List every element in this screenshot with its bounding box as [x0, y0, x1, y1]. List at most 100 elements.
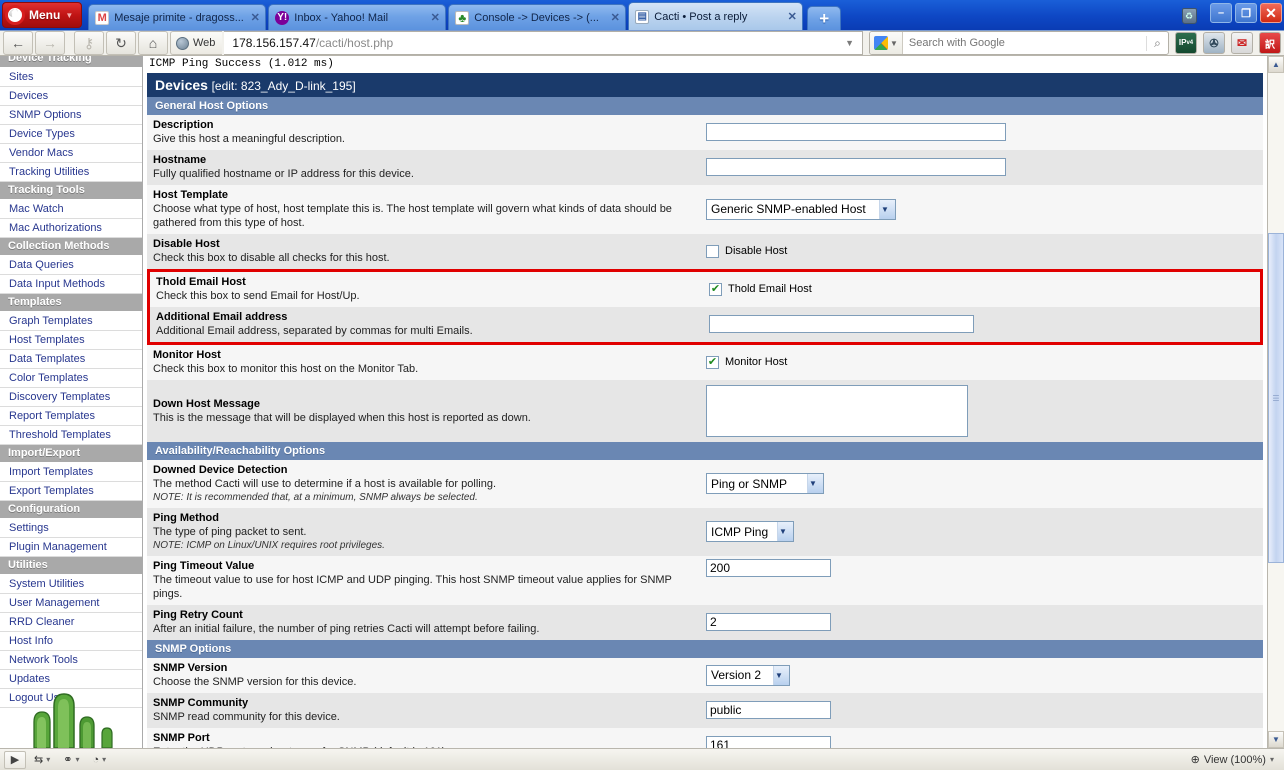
field-row-description: Description Give this host a meaningful … [147, 115, 1263, 150]
tab-close-icon[interactable]: ✕ [429, 11, 441, 24]
search-icon[interactable]: ⌕ [1146, 35, 1168, 51]
sidebar-item-settings[interactable]: Settings [0, 519, 142, 538]
snmp-community-input[interactable] [706, 701, 831, 719]
monitor-host-checkbox[interactable] [706, 355, 719, 369]
ipv4-icon[interactable]: IP v4 [1175, 32, 1197, 54]
field-description: Check this box to send Email for Host/Up… [156, 290, 360, 302]
restore-button[interactable]: ❐ [1235, 3, 1257, 23]
close-window-button[interactable]: ✕ [1260, 3, 1282, 23]
reload-button[interactable]: ↻ [106, 31, 136, 55]
yahoo-icon: Y! [275, 10, 290, 25]
new-tab-button[interactable]: + [807, 6, 842, 30]
recycle-bin-icon[interactable]: ♻ [1179, 2, 1199, 24]
search-input[interactable] [902, 36, 1146, 50]
sidebar-item-color-templates[interactable]: Color Templates [0, 369, 142, 388]
ping-timeout-value-input[interactable] [706, 559, 831, 577]
description-input[interactable] [706, 123, 1006, 141]
chevron-down-icon[interactable]: ▾ [1270, 755, 1274, 764]
field-row-snmp-version: SNMP Version Choose the SNMP version for… [147, 658, 1263, 693]
tab-close-icon[interactable]: ✕ [786, 10, 798, 23]
field-label: Description [153, 119, 214, 131]
sidebar-group-header-import-export: Import/Export [0, 445, 142, 463]
disable-host-checkbox[interactable] [706, 244, 719, 258]
sidebar-item-import-templates[interactable]: Import Templates [0, 463, 142, 482]
sidebar-item-system-utilities[interactable]: System Utilities [0, 575, 142, 594]
scrollbar-track[interactable]: ☰ [1268, 73, 1284, 731]
sidebar-item-snmp-options[interactable]: SNMP Options [0, 106, 142, 125]
sidebar-item-device-types[interactable]: Device Types [0, 125, 142, 144]
transfers-status-button[interactable]: ⇆ ▾ [29, 751, 55, 769]
scroll-down-icon[interactable]: ▼ [1268, 731, 1284, 748]
sidebar-item-network-tools[interactable]: Network Tools [0, 651, 142, 670]
sidebar-item-mac-watch[interactable]: Mac Watch [0, 200, 142, 219]
panel-toggle-button[interactable]: ▶ [4, 750, 26, 769]
sidebar-item-export-templates[interactable]: Export Templates [0, 482, 142, 501]
browser-tab-2[interactable]: Y! Inbox - Yahoo! Mail ✕ [268, 4, 447, 30]
google-engine-selector[interactable]: ▼ [870, 32, 903, 54]
opera-menu-button[interactable]: Menu ▼ [2, 2, 83, 28]
sidebar-item-data-input-methods[interactable]: Data Input Methods [0, 275, 142, 294]
tab-close-icon[interactable]: ✕ [609, 11, 621, 24]
field-description: SNMP read community for this device. [153, 711, 340, 723]
sidebar-item-data-queries[interactable]: Data Queries [0, 256, 142, 275]
sidebar-item-sites[interactable]: Sites [0, 68, 142, 87]
snmp-port-input[interactable] [706, 736, 831, 748]
home-button[interactable]: ⌂ [138, 31, 168, 55]
scroll-up-icon[interactable]: ▲ [1268, 56, 1284, 73]
globe-status-button[interactable]: ◔ ▾ [87, 751, 111, 769]
field-label: SNMP Community [153, 697, 249, 709]
translate-icon[interactable]: 訳 [1259, 32, 1281, 54]
search-box[interactable]: ▼ ⌕ [869, 31, 1169, 55]
sidebar-item-host-templates[interactable]: Host Templates [0, 331, 142, 350]
snmp-version-select[interactable]: Version 2 ▼ [706, 664, 790, 686]
hostname-input[interactable] [706, 158, 1006, 176]
view-zoom-label[interactable]: View (100%) [1204, 754, 1266, 766]
tab-close-icon[interactable]: ✕ [249, 11, 261, 24]
chevron-down-icon: ▼ [777, 522, 793, 541]
sidebar-item-graph-templates[interactable]: Graph Templates [0, 312, 142, 331]
sidebar-item-data-templates[interactable]: Data Templates [0, 350, 142, 369]
forward-button[interactable]: → [35, 31, 65, 55]
scrollbar-thumb[interactable]: ☰ [1268, 233, 1284, 563]
sidebar-item-discovery-templates[interactable]: Discovery Templates [0, 388, 142, 407]
url-bar[interactable]: 178.156.157.47/cacti/host.php ▼ [224, 31, 863, 55]
field-label-block: Hostname Fully qualified hostname or IP … [147, 150, 700, 185]
ping-retry-count-input[interactable] [706, 613, 831, 631]
window-controls: ♻ – ❐ ✕ [1179, 2, 1282, 24]
sidebar-item-mac-authorizations[interactable]: Mac Authorizations [0, 219, 142, 238]
field-label-block: Down Host Message This is the message th… [147, 380, 700, 442]
browser-tab-3[interactable]: ♣ Console -> Devices -> (... ✕ [448, 4, 627, 30]
sidebar-item-devices[interactable]: Devices [0, 87, 142, 106]
sidebar-group-header-collection-methods: Collection Methods [0, 238, 142, 256]
sidebar-item-plugin-management[interactable]: Plugin Management [0, 538, 142, 557]
sidebar-item-threshold-templates[interactable]: Threshold Templates [0, 426, 142, 445]
back-button[interactable]: ← [3, 31, 33, 55]
sidebar-item-rrd-cleaner[interactable]: RRD Cleaner [0, 613, 142, 632]
chevron-down-icon[interactable]: ▼ [841, 38, 858, 48]
browser-tab-4-active[interactable]: ▤ Cacti • Post a reply ✕ [628, 2, 804, 30]
links-status-button[interactable]: ⚭ ▾ [58, 751, 84, 769]
sidebar-item-tracking-utilities[interactable]: Tracking Utilities [0, 163, 142, 182]
browser-tab-1[interactable]: M Mesaje primite - dragoss... ✕ [88, 4, 267, 30]
additional-email-address-input[interactable] [709, 315, 974, 333]
web-mode-badge[interactable]: Web [170, 31, 223, 55]
host-template-select[interactable]: Generic SNMP-enabled Host ▼ [706, 198, 896, 220]
field-row-downed-device-detection: Downed Device Detection The method Cacti… [147, 460, 1263, 508]
sidebar-item-user-management[interactable]: User Management [0, 594, 142, 613]
field-control-block: Ping or SNMP ▼ [700, 460, 1263, 508]
scanner-icon[interactable]: ✇ [1203, 32, 1225, 54]
security-key-icon[interactable]: ⚷ [74, 31, 104, 55]
downed-device-detection-select[interactable]: Ping or SNMP ▼ [706, 473, 824, 494]
gmail-icon: M [95, 10, 110, 25]
sidebar-item-host-info[interactable]: Host Info [0, 632, 142, 651]
mail-download-icon[interactable]: ✉ [1231, 32, 1253, 54]
thold-email-host-checkbox[interactable] [709, 282, 722, 296]
sidebar-item-vendor-macs[interactable]: Vendor Macs [0, 144, 142, 163]
page-scrollbar[interactable]: ▲ ☰ ▼ [1267, 56, 1284, 748]
minimize-button[interactable]: – [1210, 3, 1232, 23]
ping-method-select[interactable]: ICMP Ping ▼ [706, 521, 794, 542]
down-host-message-textarea[interactable] [706, 384, 968, 437]
field-label-block: SNMP Community SNMP read community for t… [147, 693, 700, 728]
sidebar-item-report-templates[interactable]: Report Templates [0, 407, 142, 426]
url-path: /cacti/host.php [315, 36, 394, 50]
